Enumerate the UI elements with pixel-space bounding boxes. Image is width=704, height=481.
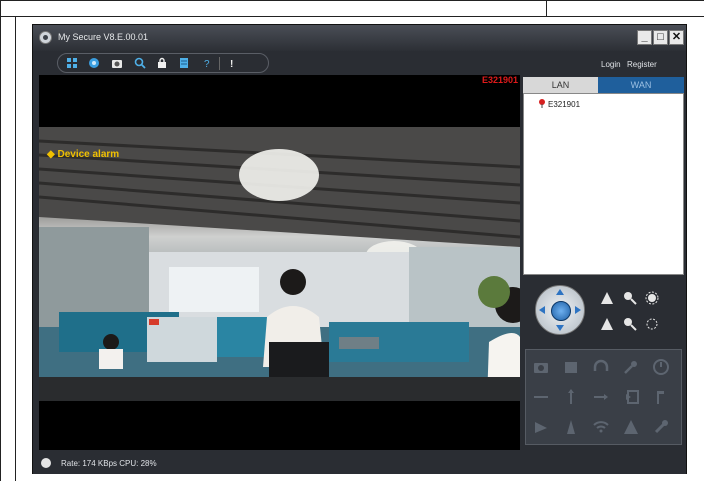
iris-open-icon[interactable] <box>645 291 659 305</box>
status-info-icon <box>41 458 51 468</box>
info-icon[interactable]: ! <box>226 57 238 69</box>
light-icon[interactable] <box>532 418 550 436</box>
ptz-joystick[interactable] <box>535 285 585 335</box>
doc-border-left <box>0 0 1 481</box>
login-link[interactable]: Login <box>601 60 621 69</box>
clock-icon[interactable] <box>652 358 670 376</box>
zoom-out-icon[interactable] <box>600 317 614 331</box>
device-alarm-label: ◆ Device alarm <box>47 149 120 160</box>
wiper-icon[interactable] <box>562 418 580 436</box>
svg-text:?: ? <box>204 59 210 69</box>
video-viewport[interactable]: E321901 ◆ Device alarm <box>39 75 520 450</box>
focus-near-icon[interactable] <box>623 291 637 305</box>
microphone-icon[interactable] <box>622 358 640 376</box>
auto-rotate-icon[interactable] <box>551 301 571 321</box>
snapshot-icon[interactable] <box>111 57 123 69</box>
device-tree-item[interactable]: E321901 <box>548 100 580 109</box>
camera-feed-image <box>39 127 520 401</box>
preview-icon[interactable] <box>88 57 100 69</box>
zoom-in-icon[interactable] <box>600 291 614 305</box>
horizontal-scan-icon[interactable] <box>532 388 550 406</box>
storage-icon[interactable] <box>178 57 190 69</box>
window-title: My Secure V8.E.00.01 <box>58 32 149 42</box>
title-bar[interactable]: My Secure V8.E.00.01 _ □ ✕ <box>33 25 686 51</box>
wifi-icon[interactable] <box>592 418 610 436</box>
doc-border-top <box>0 0 704 1</box>
focus-far-icon[interactable] <box>623 317 637 331</box>
office-scene-illustration <box>39 127 520 401</box>
register-link[interactable]: Register <box>627 60 657 69</box>
headphone-icon[interactable] <box>592 358 610 376</box>
app-window: My Secure V8.E.00.01 _ □ ✕ ? ! Login Reg… <box>32 24 687 474</box>
doc-border-left-inner <box>15 16 16 481</box>
device-list-icon[interactable] <box>66 57 78 69</box>
settings-wrench-icon[interactable] <box>652 418 670 436</box>
status-bar: Rate: 174 KBps CPU: 28% <box>33 454 686 474</box>
toolbar-divider <box>219 57 220 70</box>
preset-icon[interactable] <box>622 388 640 406</box>
alarm-warning-icon[interactable] <box>622 418 640 436</box>
app-logo-icon <box>39 31 52 44</box>
maximize-button[interactable]: □ <box>653 30 668 45</box>
vertical-scan-icon[interactable] <box>562 388 580 406</box>
close-button[interactable]: ✕ <box>669 30 684 45</box>
lock-icon[interactable] <box>156 57 168 69</box>
iris-close-icon[interactable] <box>645 317 659 331</box>
help-icon[interactable]: ? <box>201 57 213 69</box>
toolbar: ? ! <box>57 53 269 73</box>
doc-border-mid <box>546 0 547 17</box>
ptz-control-panel <box>523 277 684 347</box>
tab-wan[interactable]: WAN <box>598 77 684 93</box>
search-icon[interactable] <box>134 57 146 69</box>
record-icon[interactable] <box>562 358 580 376</box>
function-button-grid <box>525 349 682 445</box>
device-tree: E321901 <box>523 93 684 275</box>
cruise-icon[interactable] <box>592 388 610 406</box>
camera-id-label: E321901 <box>481 75 518 85</box>
flag-icon[interactable] <box>652 388 670 406</box>
camera-status-icon <box>539 99 545 108</box>
tab-lan[interactable]: LAN <box>523 77 598 93</box>
camera-icon[interactable] <box>532 358 550 376</box>
status-text: Rate: 174 KBps CPU: 28% <box>61 459 157 468</box>
svg-text:!: ! <box>230 59 233 69</box>
minimize-button[interactable]: _ <box>637 30 652 45</box>
doc-border-row <box>0 16 704 17</box>
